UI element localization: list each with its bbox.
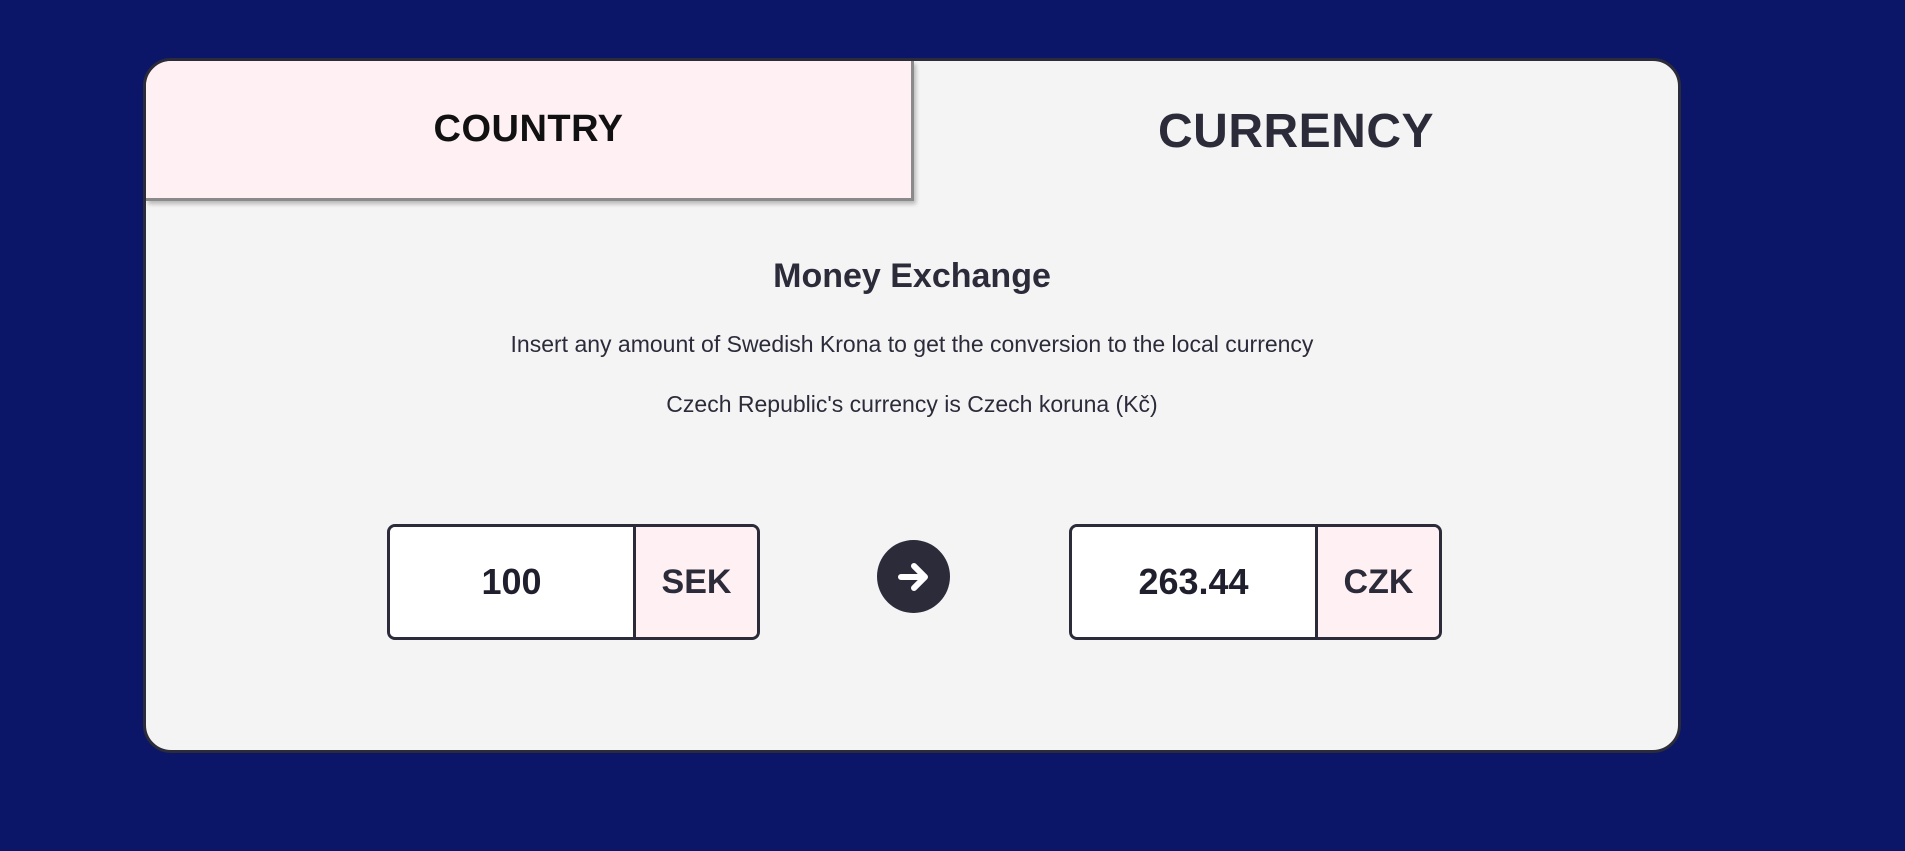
exchange-title: Money Exchange: [773, 257, 1051, 295]
to-amount-output: 263.44: [1072, 527, 1318, 637]
tab-bar: COUNTRY CURRENCY: [146, 61, 1678, 201]
exchange-description: Insert any amount of Swedish Krona to ge…: [510, 331, 1314, 357]
to-currency-code: CZK: [1318, 527, 1439, 637]
tab-currency-label: CURRENCY: [1157, 104, 1434, 158]
exchange-card: COUNTRY CURRENCY Money Exchange Insert a…: [143, 58, 1681, 753]
convert-button[interactable]: [877, 540, 950, 613]
from-amount-input[interactable]: 100: [390, 527, 636, 637]
currency-info: Czech Republic's currency is Czech korun…: [666, 391, 1158, 417]
tab-country[interactable]: COUNTRY: [146, 61, 914, 201]
to-currency-box: 263.44 CZK: [1069, 524, 1442, 640]
from-currency-box: 100 SEK: [387, 524, 760, 640]
tab-currency[interactable]: CURRENCY: [914, 61, 1678, 201]
tab-country-label: COUNTRY: [433, 108, 624, 150]
arrow-right-circle-icon: [897, 562, 928, 591]
from-currency-code: SEK: [636, 527, 757, 637]
